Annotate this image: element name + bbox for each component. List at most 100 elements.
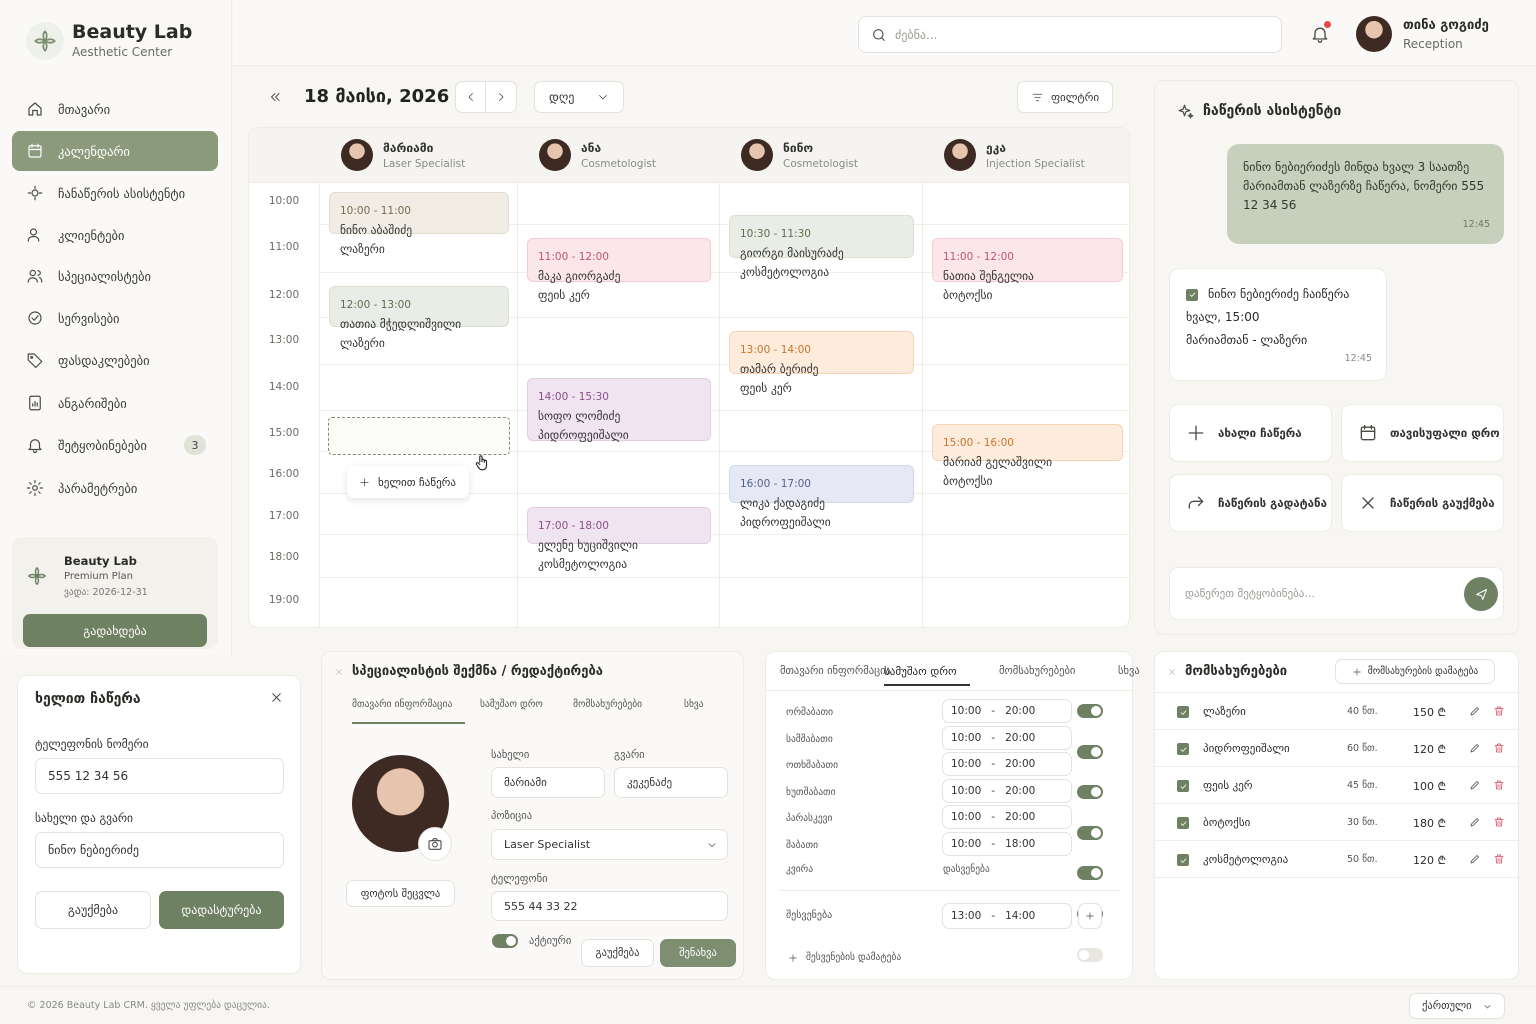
sunday-toggle[interactable] — [1077, 948, 1103, 962]
tab-work-hours[interactable]: სამუშაო დრო — [480, 699, 543, 710]
next-day-button[interactable] — [486, 81, 517, 113]
close-icon[interactable] — [269, 690, 284, 705]
specialist-save-button[interactable]: შენახვა — [660, 939, 736, 967]
sidebar-item-0[interactable]: მთავარი — [12, 89, 218, 129]
sidebar-item-7[interactable]: ანგარიშები — [12, 383, 218, 423]
service-checkbox[interactable] — [1177, 780, 1189, 792]
service-checkbox[interactable] — [1177, 817, 1189, 829]
day-toggle[interactable] — [1077, 825, 1103, 840]
prev-day-button[interactable] — [455, 81, 486, 113]
edit-icon[interactable] — [1469, 705, 1481, 717]
service-duration: 60 წთ. — [1347, 743, 1378, 754]
view-select[interactable]: დღე — [534, 81, 624, 113]
close-icon[interactable] — [1167, 667, 1177, 677]
trash-icon[interactable] — [1493, 705, 1505, 717]
pay-button[interactable]: გადახდება — [23, 614, 207, 647]
confirm-button[interactable]: დადასტურება — [159, 891, 284, 929]
day-toggle[interactable] — [1077, 704, 1103, 718]
edit-icon[interactable] — [1469, 816, 1481, 828]
trash-icon[interactable] — [1493, 779, 1505, 791]
schedule-tab-services[interactable]: მომსახურებები — [999, 665, 1075, 677]
manual-booking-button[interactable]: ხელით ჩაწერა — [347, 466, 469, 498]
user-avatar[interactable] — [1356, 16, 1392, 52]
edit-icon[interactable] — [1469, 853, 1481, 865]
appointment-card[interactable]: 12:00 - 13:00 თათია მჭედლიშვილი ლაზერი — [329, 286, 509, 350]
add-service-button[interactable]: მომსახურების დამატება — [1335, 659, 1495, 684]
appointment-card[interactable]: 11:00 - 12:00 ნათია შენგელია ბოტოქსი — [932, 238, 1123, 302]
camera-icon[interactable] — [418, 827, 452, 861]
day-hours-field[interactable]: 10:00-18:00 — [942, 831, 1072, 856]
reschedule-action[interactable]: ჩაწერის გადატანა — [1169, 474, 1332, 532]
active-toggle[interactable] — [492, 934, 518, 948]
message-input[interactable]: დაწერეთ შეტყობინება... — [1169, 567, 1504, 620]
edit-icon[interactable] — [1469, 779, 1481, 791]
sidebar-item-8[interactable]: შეტყობინებები 3 — [12, 425, 218, 465]
schedule-tab-other[interactable]: სხვა — [1118, 665, 1140, 677]
sidebar-item-5[interactable]: სერვისები — [12, 298, 218, 338]
action-label: თავისუფალი დრო — [1390, 426, 1500, 440]
first-name-field[interactable]: მარიამი — [491, 767, 605, 798]
plan-type: Premium Plan — [64, 571, 133, 582]
appointment-card[interactable]: 17:00 - 18:00 ელენე ხუციშვილი კოსმეტოლოგია — [527, 507, 711, 571]
free-time-action[interactable]: თავისუფალი დრო — [1341, 404, 1504, 462]
day-hours-field[interactable]: 10:00-20:00 — [942, 725, 1072, 750]
tab-main-info[interactable]: მთავარი ინფორმაცია — [352, 699, 452, 710]
appointment-card[interactable]: 13:00 - 14:00 თამარ ბერიძე ფეის კერ — [729, 331, 914, 395]
day-hours-field[interactable]: 10:00-20:00 — [942, 805, 1072, 829]
service-checkbox[interactable] — [1177, 743, 1189, 755]
language-select[interactable]: ქართული — [1409, 993, 1505, 1019]
brand-subtitle: Aesthetic Center — [72, 45, 173, 59]
add-break-link[interactable]: შესვენების დამატება — [788, 952, 901, 963]
schedule-tab-hours[interactable]: სამუშაო დრო — [884, 665, 957, 678]
break-time-field[interactable]: 13:00-14:00 — [942, 903, 1072, 929]
appointment-card[interactable]: 15:00 - 16:00 მარიამ გელაშვილი ბოტოქსი — [932, 424, 1123, 488]
send-button[interactable] — [1464, 577, 1498, 611]
specialist-phone-field[interactable]: 555 44 33 22 — [491, 891, 728, 921]
day-toggle[interactable] — [1077, 744, 1103, 759]
change-photo-button[interactable]: ფოტოს შეცვლა — [346, 880, 455, 907]
collapse-icon[interactable] — [268, 90, 282, 104]
time-label: 15:00 — [268, 427, 300, 439]
name-field[interactable]: ნინო ნებიერიძე — [35, 832, 284, 868]
trash-icon[interactable] — [1493, 816, 1505, 828]
sidebar-item-2[interactable]: ჩანაწერის ასისტენტი — [12, 173, 218, 213]
new-slot-placeholder[interactable] — [328, 417, 510, 455]
sidebar-item-1[interactable]: კალენდარი — [12, 131, 218, 171]
day-toggle[interactable] — [1077, 785, 1103, 799]
appointment-card[interactable]: 16:00 - 17:00 ლიკა ქადაგიძე პიდროფეიშალი — [729, 465, 914, 529]
day-hours-field[interactable]: 10:00-20:00 — [942, 778, 1072, 803]
appointment-card[interactable]: 11:00 - 12:00 მაკა გიორგაძე ფეის კერ — [527, 238, 711, 302]
tab-services[interactable]: მომსახურებები — [573, 699, 642, 710]
calendar-grid: მარიამი Laser Specialist ანა Cosmetologist ნ… — [248, 127, 1130, 628]
service-checkbox[interactable] — [1177, 706, 1189, 718]
last-name-field[interactable]: კეკენაძე — [614, 767, 728, 798]
cancel-booking-action[interactable]: ჩაწერის გაუქმება — [1341, 474, 1504, 532]
day-toggle[interactable] — [1077, 866, 1103, 880]
search-input[interactable]: ძებნა... — [858, 16, 1282, 53]
sidebar-item-4[interactable]: სპეციალისტები — [12, 256, 218, 296]
filter-button[interactable]: ფილტრი — [1017, 81, 1113, 113]
appointment-card[interactable]: 10:30 - 11:30 გიორგი მაისურაძე კოსმეტოლოგი… — [729, 215, 914, 279]
edit-icon[interactable] — [1469, 742, 1481, 754]
trash-icon[interactable] — [1493, 742, 1505, 754]
search-icon — [871, 27, 887, 43]
appointment-card[interactable]: 14:00 - 15:30 სოფო ლომიძე პიდროფეიშალი — [527, 378, 711, 442]
schedule-tab-main[interactable]: მთავარი ინფორმაცია — [780, 665, 891, 677]
day-hours-field[interactable]: 10:00-20:00 — [942, 752, 1072, 776]
new-booking-action[interactable]: ახალი ჩაწერა — [1169, 404, 1332, 462]
phone-field[interactable]: 555 12 34 56 — [35, 758, 284, 794]
tab-other[interactable]: სხვა — [684, 699, 704, 710]
service-checkbox[interactable] — [1177, 854, 1189, 866]
position-select[interactable]: Laser Specialist — [491, 829, 728, 860]
add-break-plus-button[interactable] — [1078, 903, 1102, 929]
specialist-cancel-button[interactable]: გაუქმება — [581, 939, 654, 967]
time-label: 10:00 — [268, 195, 300, 207]
sidebar-item-6[interactable]: ფასდაკლებები — [12, 340, 218, 380]
close-icon[interactable] — [334, 667, 344, 677]
appointment-card[interactable]: 10:00 - 11:00 ნინო აბაშიძე ლაზერი — [329, 192, 509, 256]
day-hours-field[interactable]: 10:00-20:00 — [942, 699, 1072, 723]
sidebar-item-3[interactable]: კლიენტები — [12, 215, 218, 255]
trash-icon[interactable] — [1493, 853, 1505, 865]
cancel-button[interactable]: გაუქმება — [35, 891, 151, 929]
sidebar-item-9[interactable]: პარამეტრები — [12, 468, 218, 508]
